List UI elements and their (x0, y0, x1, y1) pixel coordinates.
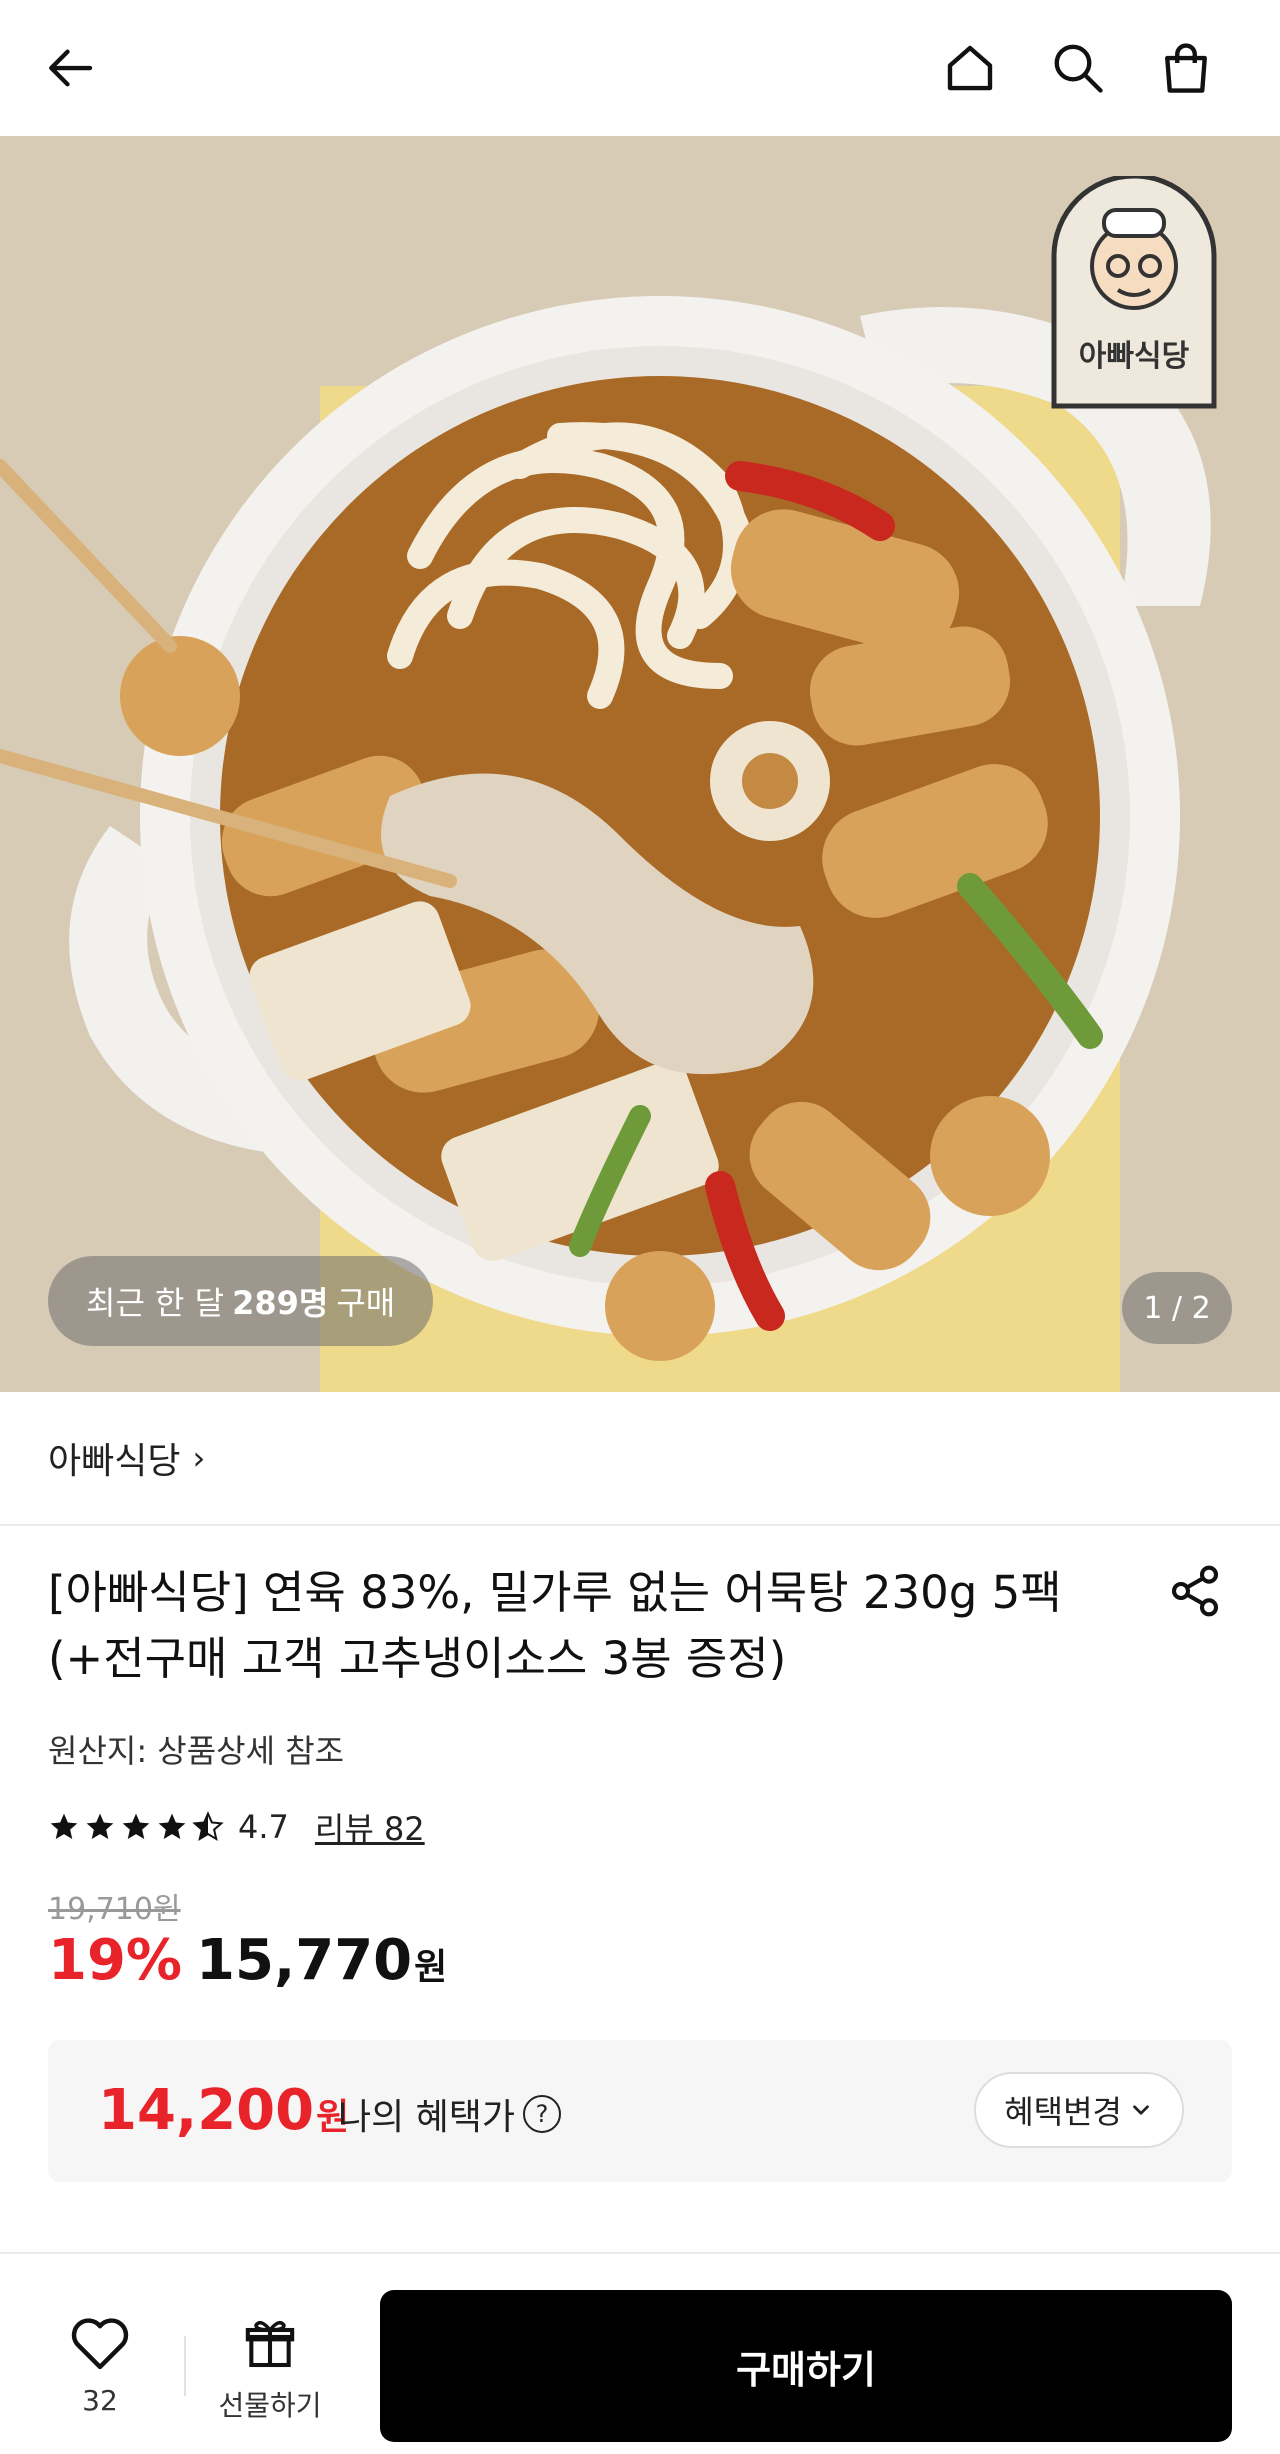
gift-label: 선물하기 (218, 2389, 322, 2422)
top-navigation-bar (0, 0, 1280, 136)
gift-icon (245, 2320, 295, 2368)
star-icon (158, 1813, 186, 1839)
search-button[interactable] (1038, 28, 1118, 108)
wishlist-button[interactable]: 32 (50, 2316, 150, 2417)
purchase-prefix: 최근 한 달 (86, 1284, 225, 1322)
review-link[interactable]: 리뷰 82 (315, 1804, 425, 1850)
svg-text:아빠식당: 아빠식당 (1079, 339, 1190, 374)
purchase-count: 289명 (232, 1284, 329, 1322)
search-icon (1054, 44, 1103, 93)
sale-price: 15,770 (196, 1928, 413, 1993)
buy-button[interactable]: 구매하기 (380, 2290, 1232, 2442)
rating-row: 4.7 리뷰 82 (48, 1804, 425, 1850)
gift-button[interactable]: 선물하기 (210, 2316, 330, 2424)
discount-rate: 19% (48, 1928, 183, 1993)
chevron-down-icon (1133, 2105, 1149, 2115)
divider (184, 2336, 186, 2396)
currency-unit: 원 (414, 1947, 448, 1988)
benefit-price: 14,200 원 (98, 2078, 349, 2143)
star-icon (122, 1813, 150, 1839)
origin-info: 원산지: 상품상세 참조 (48, 1732, 345, 1770)
price-row: 19% 15,770 원 (48, 1928, 447, 1993)
original-price: 19,710원 (48, 1892, 181, 1927)
benefit-label: 나의 혜택가 ? (338, 2088, 562, 2140)
heart-icon (71, 2318, 129, 2370)
purchase-suffix: 구매 (336, 1284, 396, 1322)
chevron-right-icon: › (192, 1439, 206, 1477)
product-image-carousel[interactable]: 아빠식당 최근 한 달 289명 구매 1 / 2 (0, 136, 1280, 1392)
benefit-price-value: 14,200 (98, 2078, 315, 2143)
home-icon (947, 45, 993, 91)
bottom-action-bar: 32 선물하기 구매하기 (0, 2254, 1280, 2454)
brand-name: 아빠식당 (48, 1441, 181, 1482)
recent-purchase-badge: 최근 한 달 289명 구매 (48, 1256, 434, 1346)
back-button[interactable] (30, 28, 110, 108)
rating-score: 4.7 (238, 1808, 289, 1846)
share-icon (1171, 1565, 1219, 1617)
brand-logo-stamp: 아빠식당 (1051, 176, 1217, 409)
product-title: [아빠식당] 연육 83%, 밀가루 없는 어묵탕 230g 5팩 (+전구매 … (48, 1566, 1062, 1685)
wishlist-count: 32 (82, 2384, 118, 2417)
star-icon (50, 1813, 78, 1839)
cart-button[interactable] (1146, 28, 1226, 108)
arrow-left-icon (49, 49, 93, 87)
star-icon (86, 1813, 114, 1839)
home-button[interactable] (930, 28, 1010, 108)
star-half-icon (192, 1811, 224, 1842)
change-benefit-button[interactable]: 혜택변경 (974, 2072, 1184, 2148)
share-button[interactable] (1160, 1556, 1230, 1626)
change-benefit-label: 혜택변경 (1004, 2093, 1122, 2131)
benefit-label-text: 나의 혜택가 (338, 2097, 516, 2138)
benefit-price-box: 14,200 원 나의 혜택가 ? 혜택변경 (48, 2040, 1232, 2182)
image-page-counter: 1 / 2 (1122, 1272, 1232, 1344)
shopping-bag-icon (1165, 43, 1207, 93)
brand-link[interactable]: 아빠식당 › (0, 1392, 1280, 1526)
rating-stars (48, 1811, 224, 1843)
help-icon[interactable]: ? (523, 2095, 562, 2133)
